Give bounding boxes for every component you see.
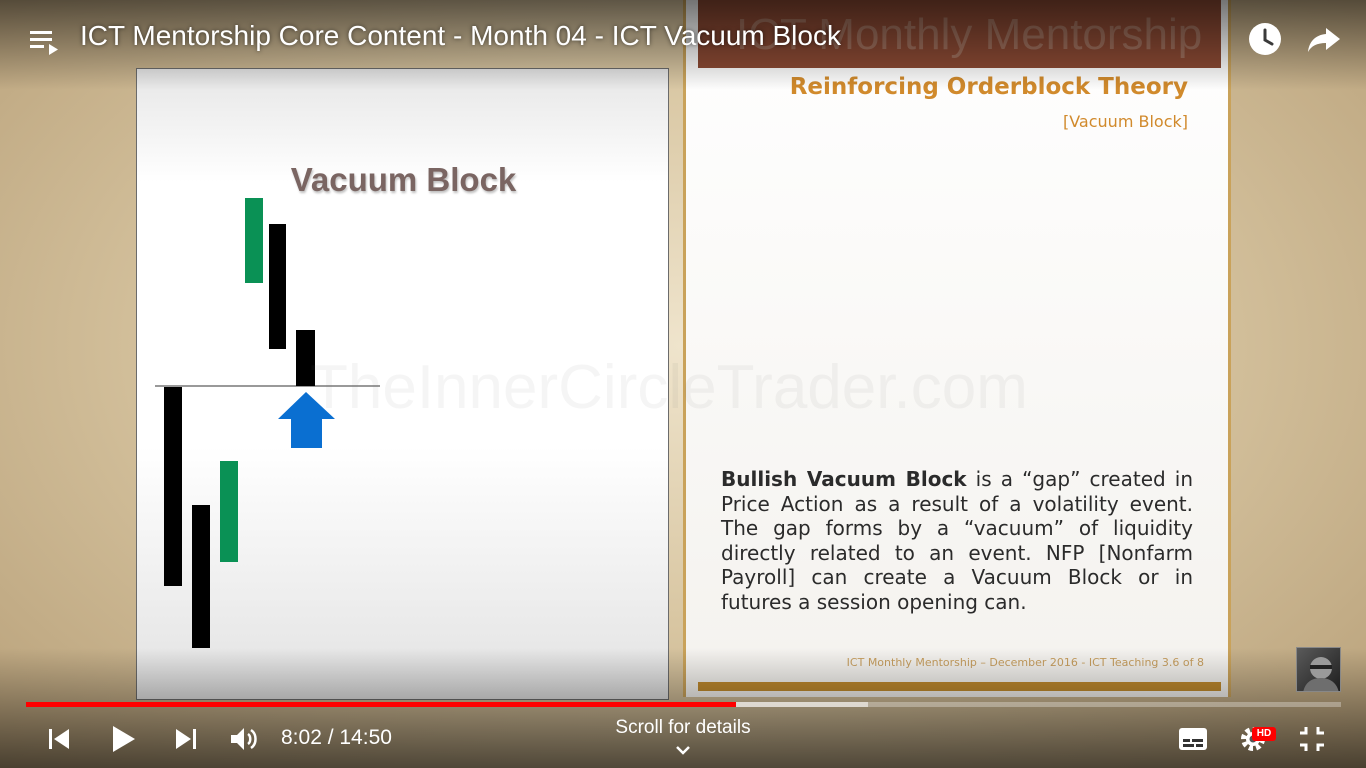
progress-played bbox=[26, 702, 736, 707]
body-bold-term: Bullish Vacuum Block bbox=[721, 467, 967, 491]
chevron-down-icon bbox=[676, 746, 690, 755]
candle-bullish-1 bbox=[220, 461, 238, 562]
scroll-for-details[interactable]: Scroll for details bbox=[583, 717, 783, 761]
up-arrow-icon bbox=[278, 392, 335, 448]
theory-slide: ICT Monthly Mentorship Reinforcing Order… bbox=[683, 0, 1231, 697]
channel-avatar[interactable] bbox=[1296, 647, 1341, 692]
share-icon[interactable] bbox=[1306, 22, 1342, 56]
player-top-bar: ICT Mentorship Core Content - Month 04 -… bbox=[0, 0, 1366, 80]
volume-icon[interactable] bbox=[229, 725, 259, 753]
slide-right-subtitle: [Vacuum Block] bbox=[1062, 112, 1188, 131]
subtitles-icon[interactable] bbox=[1178, 727, 1208, 751]
slide-body-text: Bullish Vacuum Block is a “gap” created … bbox=[721, 467, 1193, 614]
slide-footer-bar bbox=[698, 682, 1221, 691]
video-title[interactable]: ICT Mentorship Core Content - Month 04 -… bbox=[80, 20, 841, 52]
previous-icon[interactable] bbox=[46, 726, 72, 752]
hd-badge: HD bbox=[1252, 727, 1276, 741]
avatar-image bbox=[1303, 657, 1339, 691]
video-frame[interactable]: Vacuum Block ICT Monthly Mentorship Rein… bbox=[0, 0, 1366, 768]
candle-bullish-2 bbox=[245, 198, 263, 283]
exit-fullscreen-icon[interactable] bbox=[1298, 725, 1326, 753]
play-icon[interactable] bbox=[110, 724, 138, 754]
candle-bearish-4 bbox=[296, 330, 315, 386]
progress-bar[interactable] bbox=[26, 702, 1341, 707]
scroll-label: Scroll for details bbox=[615, 717, 751, 738]
watch-later-icon[interactable] bbox=[1248, 22, 1282, 56]
slide-footer: ICT Monthly Mentorship – December 2016 -… bbox=[846, 656, 1204, 669]
candle-bearish-1 bbox=[164, 387, 182, 586]
time-display: 8:02 / 14:50 bbox=[281, 726, 392, 749]
candlestick-diagram bbox=[155, 198, 380, 648]
candle-bearish-3 bbox=[269, 224, 286, 349]
next-icon[interactable] bbox=[173, 726, 199, 752]
playlist-icon[interactable] bbox=[28, 24, 62, 58]
candle-bearish-2 bbox=[192, 505, 210, 648]
